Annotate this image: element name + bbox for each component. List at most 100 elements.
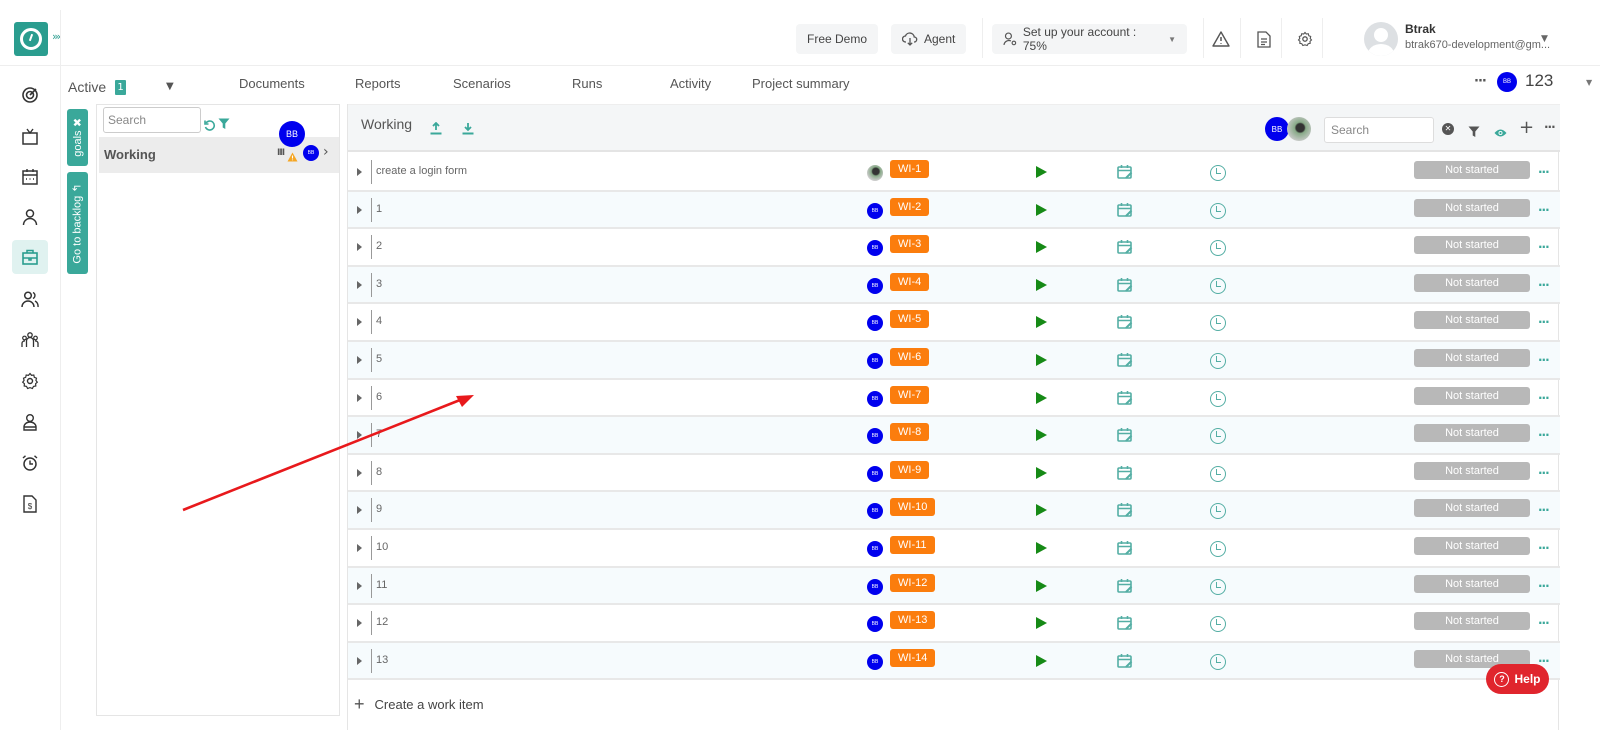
work-item-row[interactable]: 9 BB WI-10 Not started ··· [348,492,1560,530]
clock-icon[interactable] [1210,465,1226,482]
calendar-edit-icon[interactable] [1117,390,1133,406]
calendar-edit-icon[interactable] [1117,352,1133,368]
expand-arrow-icon[interactable] [357,243,362,252]
work-item-title[interactable]: 3 [376,278,382,290]
work-item-title[interactable]: 11 [376,579,387,591]
status-badge[interactable]: Not started [1414,537,1530,555]
status-badge[interactable]: Not started [1414,499,1530,518]
status-badge[interactable]: Not started [1414,349,1530,367]
more-options-icon[interactable]: ··· [1474,74,1487,89]
calendar-edit-icon[interactable] [1117,465,1133,481]
expand-arrow-icon[interactable] [357,393,362,402]
work-item-row[interactable]: create a login form WI-1 Not started ··· [348,154,1560,192]
play-icon[interactable] [1036,316,1047,329]
work-item-title[interactable]: 10 [376,541,388,553]
sidebar-item-tv[interactable] [12,120,48,154]
play-icon[interactable] [1036,654,1047,667]
goal-item-working[interactable]: Working III BB › [97,137,339,173]
work-item-title[interactable]: 1 [376,203,382,215]
work-item-id-badge[interactable]: WI-3 [890,235,930,254]
work-item-id-badge[interactable]: WI-8 [890,423,930,442]
status-badge[interactable]: Not started [1414,461,1530,480]
download-icon[interactable] [462,120,474,139]
expand-arrow-icon[interactable] [357,168,362,176]
play-icon[interactable] [1036,466,1047,479]
clock-icon[interactable] [1210,390,1226,407]
more-options-icon[interactable]: ··· [1538,203,1550,217]
work-item-id-badge[interactable]: WI-5 [890,310,930,329]
assignee-avatar[interactable]: BB [867,541,883,557]
calendar-edit-icon[interactable] [1117,502,1133,518]
assignee-avatar[interactable]: BB [867,202,883,219]
assignee-photo-avatar[interactable] [867,165,883,181]
work-item-row[interactable]: 1 BB WI-2 Not started ··· [348,191,1560,230]
assignee-avatar[interactable]: BB [867,428,883,445]
work-items-search-input[interactable]: Search [1324,117,1434,143]
filter-icon[interactable] [218,115,230,134]
member-avatar[interactable]: BB [1265,117,1289,141]
chevron-right-icon[interactable]: › [323,144,329,160]
setup-account-button[interactable]: Set up your account : 75% ▼ [992,24,1187,54]
assignee-avatar[interactable]: BB [867,653,883,670]
assignee-avatar[interactable]: BB [867,315,883,332]
sidebar-item-user[interactable] [12,200,48,234]
status-badge[interactable]: Not started [1414,424,1530,443]
clock-icon[interactable] [1210,165,1226,181]
work-item-title[interactable]: 6 [376,391,382,403]
expand-arrow-icon[interactable] [357,356,362,364]
work-item-title[interactable]: create a login form [376,165,467,177]
sidebar-item-invoice[interactable]: $ [12,487,48,521]
assignee-avatar[interactable]: BB [867,465,883,482]
expand-arrow-icon[interactable] [357,468,362,477]
clock-icon[interactable] [1210,503,1226,520]
status-badge[interactable]: Not started [1414,273,1530,292]
clock-icon[interactable] [1210,541,1226,557]
goals-search-input[interactable]: Search [103,107,201,133]
calendar-edit-icon[interactable] [1117,314,1133,330]
clock-icon[interactable] [1210,240,1226,257]
play-icon[interactable] [1036,278,1047,291]
more-options-icon[interactable]: ··· [1538,466,1550,480]
work-item-id-badge[interactable]: WI-1 [890,160,930,178]
sidebar-item-settings[interactable] [12,364,48,398]
status-badge[interactable]: Not started [1414,574,1530,593]
tab-reports[interactable]: Reports [355,76,401,91]
play-icon[interactable] [1036,617,1047,630]
expand-sidebar-icon[interactable]: ››› [52,30,61,43]
work-item-row[interactable]: 12 BB WI-13 Not started ··· [348,605,1560,643]
play-icon[interactable] [1036,429,1047,442]
create-work-item-button[interactable]: + Create a work item [354,694,484,715]
status-badge[interactable]: Not started [1414,386,1530,405]
settings-icon[interactable] [1294,28,1316,50]
document-icon[interactable] [1253,28,1275,50]
play-icon[interactable] [1036,241,1047,254]
more-options-icon[interactable]: ··· [1538,541,1550,555]
work-item-id-badge[interactable]: WI-10 [890,498,936,517]
refresh-icon[interactable] [204,117,216,136]
calendar-edit-icon[interactable] [1117,202,1133,218]
sidebar-item-alarm[interactable] [12,446,48,480]
play-icon[interactable] [1036,391,1047,404]
assignee-avatar[interactable]: BB [867,503,883,520]
play-icon[interactable] [1036,542,1047,554]
work-item-id-badge[interactable]: WI-6 [890,348,930,366]
project-chevron-icon[interactable]: ▼ [1586,78,1592,87]
goals-tab[interactable]: goals ✖ [67,109,88,166]
work-item-id-badge[interactable]: WI-2 [890,197,930,216]
more-options-icon[interactable]: ··· [1538,391,1550,405]
goal-filter-label[interactable]: Active [68,79,106,95]
eye-icon[interactable] [1494,123,1507,142]
more-options-icon[interactable]: ··· [1538,579,1550,593]
work-item-title[interactable]: 5 [376,353,382,365]
play-icon[interactable] [1036,504,1047,517]
expand-arrow-icon[interactable] [357,581,362,590]
expand-arrow-icon[interactable] [357,280,362,289]
work-item-id-badge[interactable]: WI-11 [890,536,935,554]
status-badge[interactable]: Not started [1414,198,1530,217]
sidebar-item-calendar[interactable] [12,160,48,194]
more-options-icon[interactable]: ··· [1538,503,1550,517]
clock-icon[interactable] [1210,428,1226,445]
user-avatar[interactable] [1364,22,1398,56]
work-item-title[interactable]: 7 [376,428,382,440]
expand-arrow-icon[interactable] [357,619,362,628]
